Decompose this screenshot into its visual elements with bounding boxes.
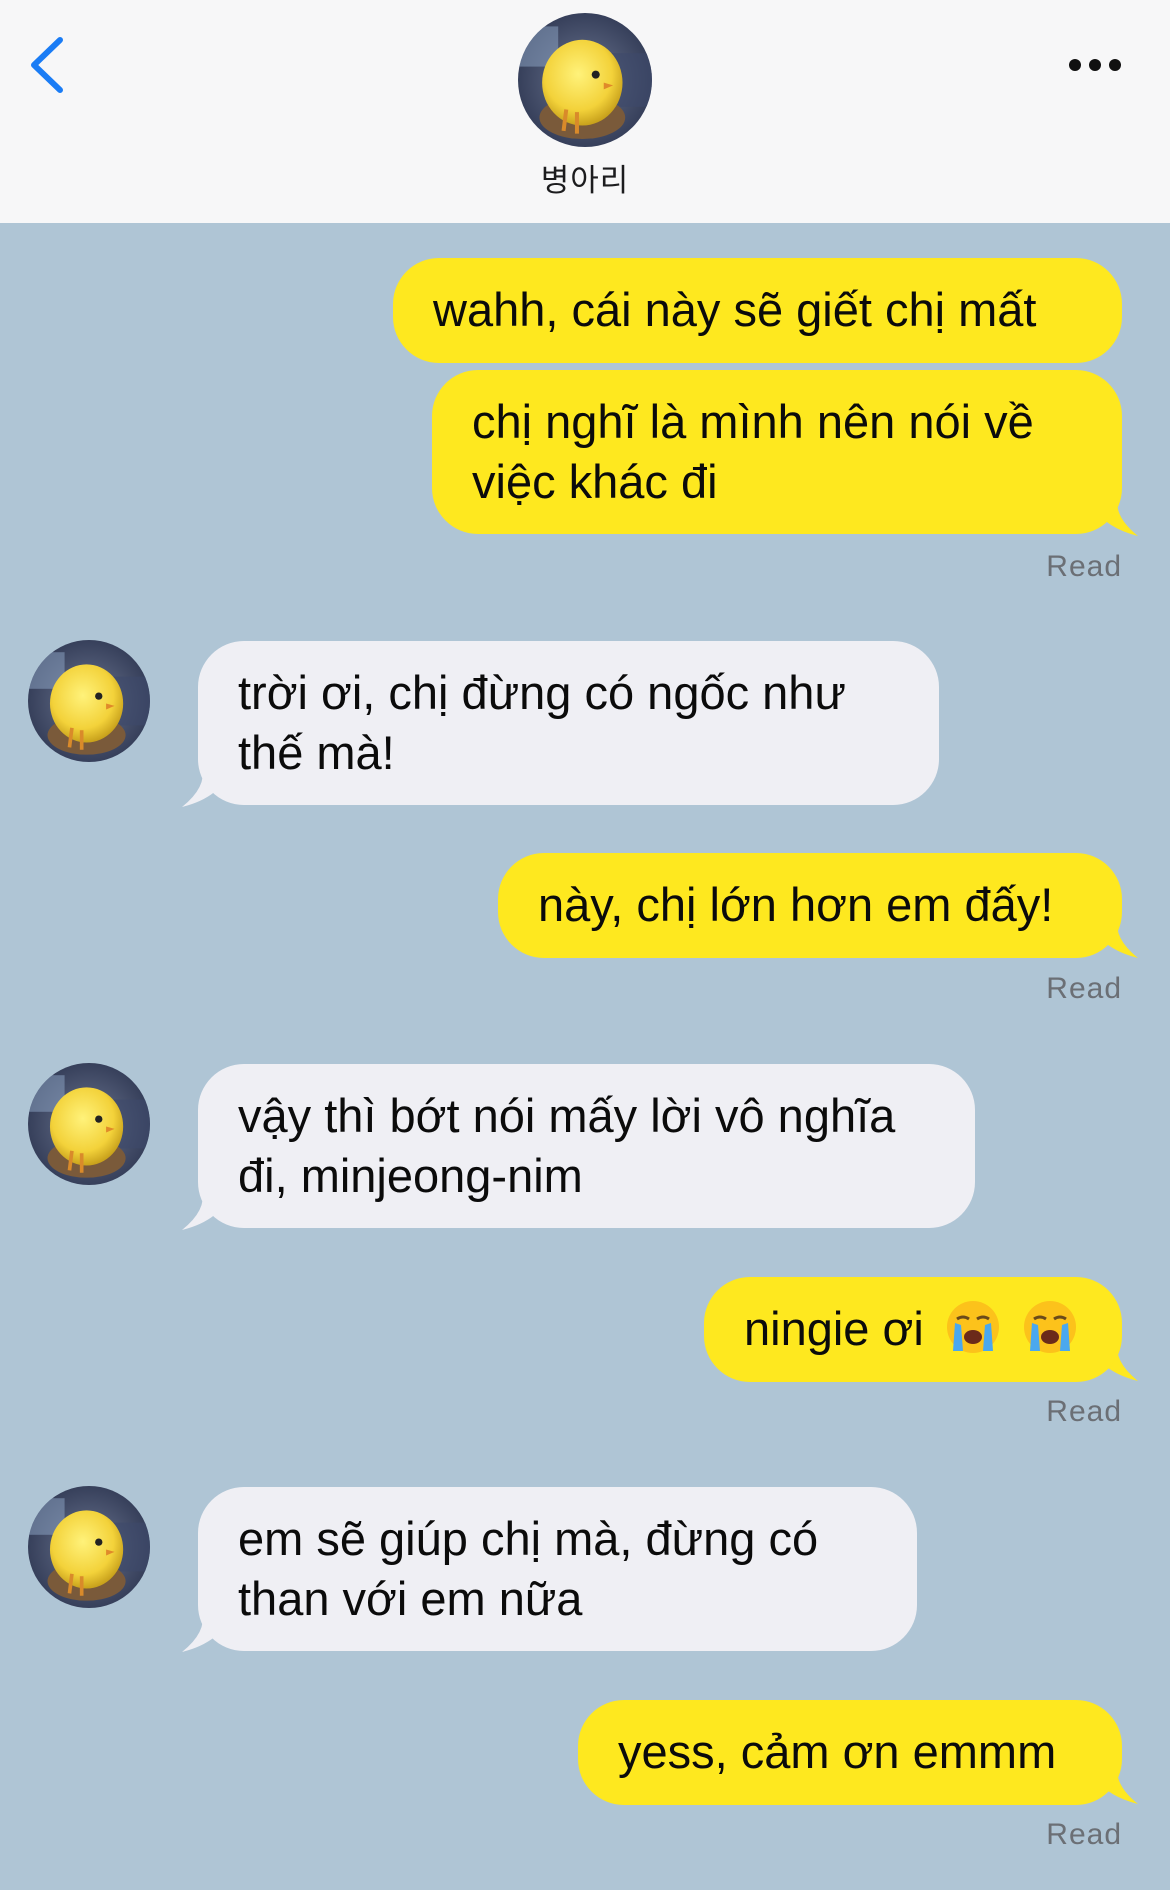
chick-avatar-image [28,1063,150,1185]
chick-avatar-image [28,1486,150,1608]
contact-avatar[interactable] [518,13,652,147]
read-status: Read [1046,1818,1122,1851]
sender-avatar[interactable] [28,1063,150,1185]
sender-avatar[interactable] [28,1486,150,1608]
message-text: ningie ơi [744,1302,924,1355]
back-button[interactable] [20,30,80,100]
message-text: than với em nữa [238,1572,583,1625]
message-text: việc khác đi [472,455,718,508]
more-options-button[interactable] [1060,45,1130,85]
incoming-message-bubble[interactable]: em sẽ giúp chị mà, đừng có than với em n… [198,1487,917,1651]
read-status: Read [1046,1395,1122,1428]
message-text: yess, cảm ơn emmm [618,1725,1057,1778]
loudly-crying-face-icon [945,1299,1001,1355]
outgoing-message-bubble[interactable]: chị nghĩ là mình nên nói về việc khác đi [432,370,1122,534]
chat-header: 병아리 [0,0,1170,223]
read-status: Read [1046,550,1122,583]
message-text: em sẽ giúp chị mà, đừng có [238,1512,819,1565]
outgoing-message-bubble[interactable]: này, chị lớn hơn em đấy! [498,853,1122,958]
loudly-crying-face-icon [1022,1299,1078,1355]
outgoing-message-bubble[interactable]: ningie ơi [704,1277,1122,1382]
message-text: này, chị lớn hơn em đấy! [538,878,1054,931]
incoming-message-bubble[interactable]: vậy thì bớt nói mấy lời vô nghĩa đi, min… [198,1064,975,1228]
message-text: vậy thì bớt nói mấy lời vô nghĩa [238,1089,896,1142]
chick-avatar-image [28,640,150,762]
outgoing-message-bubble[interactable]: wahh, cái này sẽ giết chị mất [393,258,1122,363]
sender-avatar[interactable] [28,640,150,762]
incoming-message-bubble[interactable]: trời ơi, chị đừng có ngốc như thế mà! [198,641,939,805]
chick-avatar-image [518,13,652,147]
message-text: chị nghĩ là mình nên nói về [472,395,1034,448]
ellipsis-icon [1069,59,1121,71]
contact-name: 병아리 [540,163,630,198]
chevron-left-icon [31,37,63,93]
message-text: trời ơi, chị đừng có ngốc như [238,666,846,719]
message-text: wahh, cái này sẽ giết chị mất [433,283,1037,336]
read-status: Read [1046,972,1122,1005]
message-text: đi, minjeong-nim [238,1149,583,1202]
outgoing-message-bubble[interactable]: yess, cảm ơn emmm [578,1700,1122,1805]
message-text: thế mà! [238,726,395,779]
